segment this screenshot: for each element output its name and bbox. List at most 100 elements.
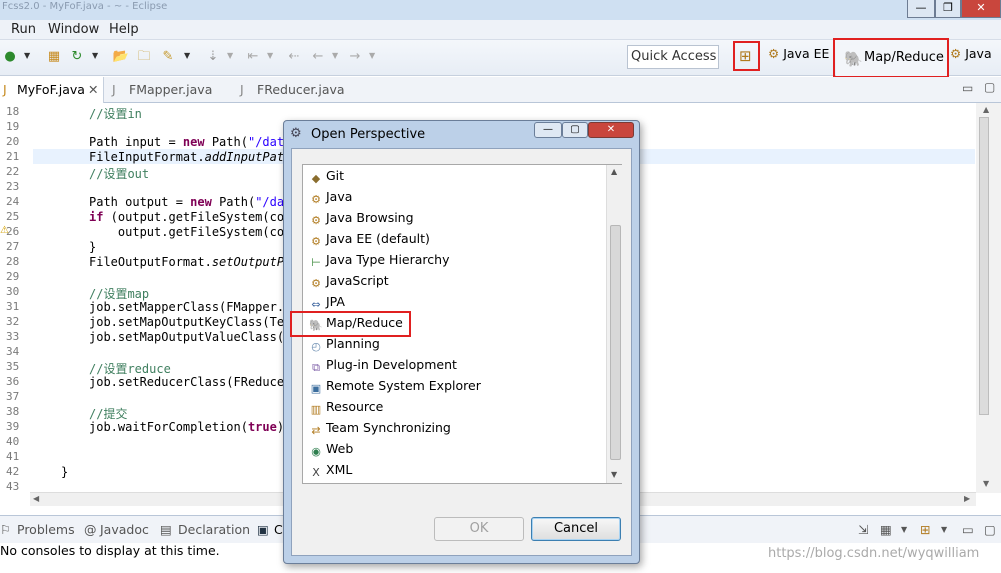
- scroll-up-icon[interactable]: ▲: [983, 105, 989, 114]
- perspective-item-label: Remote System Explorer: [326, 378, 481, 393]
- scroll-left-icon[interactable]: ◀: [33, 494, 39, 503]
- line-number: 23: [6, 180, 20, 193]
- tab-freducer[interactable]: J FReducer.java: [240, 77, 360, 103]
- code-line[interactable]: if (output.getFileSystem(con: [89, 210, 291, 224]
- dropdown-arrow-icon[interactable]: ▼: [941, 525, 947, 534]
- perspective-item[interactable]: ◴ Planning: [309, 334, 380, 354]
- tab-myfof[interactable]: J MyFoF.java ✕: [0, 77, 104, 103]
- minimize-view-icon[interactable]: ▭: [962, 81, 973, 95]
- code-line[interactable]: FileInputFormat.addInputPath: [89, 150, 291, 164]
- dropdown-arrow-icon[interactable]: ▼: [184, 51, 192, 60]
- planning-icon: ◴: [311, 340, 321, 353]
- perspective-item[interactable]: ▥ Resource: [309, 397, 384, 417]
- tab-fmapper[interactable]: J FMapper.java: [112, 77, 232, 103]
- code-line[interactable]: //设置in: [89, 105, 142, 122]
- perspective-item[interactable]: X XML: [309, 460, 352, 480]
- last-edit-icon[interactable]: ⇤: [244, 49, 262, 65]
- scroll-down-icon[interactable]: ▼: [611, 470, 617, 479]
- perspective-item[interactable]: ⇔ JPA: [309, 292, 345, 312]
- perspective-item[interactable]: ⚙ Java EE (default): [309, 229, 430, 249]
- folder-icon[interactable]: 🗀: [135, 49, 153, 65]
- scroll-thumb[interactable]: [979, 117, 989, 415]
- menu-help[interactable]: Help: [109, 22, 139, 37]
- open-folder-icon[interactable]: 📂: [112, 49, 130, 65]
- warning-icon[interactable]: ⚠: [0, 225, 9, 236]
- forward-arrow-icon[interactable]: →: [346, 49, 364, 65]
- perspective-item[interactable]: ▣ Remote System Explorer: [309, 376, 481, 396]
- dropdown-arrow-icon[interactable]: ▼: [227, 51, 235, 60]
- dialog-maximize-button[interactable]: ▢: [562, 122, 588, 138]
- code-line[interactable]: job.setMapOutputKeyClass(Tex: [89, 315, 291, 329]
- minimize-view-icon[interactable]: ▭: [962, 522, 974, 537]
- annotation-icon[interactable]: ⇣: [204, 49, 222, 65]
- perspective-item[interactable]: ⇄ Team Synchronizing: [309, 418, 450, 438]
- tab-javadoc[interactable]: Javadoc: [100, 522, 149, 537]
- code-line[interactable]: job.setMapperClass(FMapper.c: [89, 300, 291, 314]
- open-perspective-icon[interactable]: ⊞: [739, 47, 752, 65]
- code-line[interactable]: }: [61, 465, 68, 479]
- editor-tabs: J MyFoF.java ✕ J FMapper.java J FReducer…: [0, 77, 1001, 103]
- cancel-button[interactable]: Cancel: [531, 517, 621, 541]
- line-number: 21: [6, 150, 20, 163]
- perspective-item[interactable]: ⧉ Plug-in Development: [309, 355, 457, 375]
- perspective-item[interactable]: ⚙ Java Browsing: [309, 208, 413, 228]
- back-arrow-icon[interactable]: ←: [309, 49, 327, 65]
- new-server-icon[interactable]: ▦: [45, 49, 63, 65]
- code-line[interactable]: }: [89, 240, 96, 254]
- dropdown-arrow-icon[interactable]: ▼: [24, 51, 32, 60]
- dropdown-arrow-icon[interactable]: ▼: [92, 51, 100, 60]
- maximize-view-icon[interactable]: ▢: [984, 522, 996, 537]
- list-scrollbar[interactable]: ▲ ▼: [606, 165, 622, 483]
- close-button[interactable]: ✕: [961, 0, 1001, 18]
- back-icon[interactable]: ⇠: [285, 49, 303, 65]
- dropdown-arrow-icon[interactable]: ▼: [369, 51, 377, 60]
- perspective-item-label: XML: [326, 462, 353, 477]
- perspective-item[interactable]: ⚙ JavaScript: [309, 271, 389, 291]
- scroll-up-icon[interactable]: ▲: [611, 167, 617, 176]
- open-console-icon[interactable]: ⊞: [920, 522, 930, 537]
- tab-declaration[interactable]: Declaration: [178, 522, 250, 537]
- title-bar: Fcss2.0 - MyFoF.java - ~ - Eclipse — ❐ ✕: [0, 0, 1001, 20]
- quick-access-input[interactable]: Quick Access: [627, 45, 719, 69]
- scroll-down-icon[interactable]: ▼: [983, 479, 989, 488]
- perspective-item[interactable]: ⚙ Java: [309, 187, 352, 207]
- perspective-item[interactable]: ⊢ Java Type Hierarchy: [309, 250, 449, 270]
- dialog-close-button[interactable]: ✕: [588, 122, 634, 138]
- code-line[interactable]: FileOutputFormat.setOutputPa: [89, 255, 291, 269]
- refresh-icon[interactable]: ↻: [68, 49, 86, 65]
- ok-button[interactable]: OK: [434, 517, 524, 541]
- code-line[interactable]: job.waitForCompletion(true);: [89, 420, 291, 434]
- code-line[interactable]: Path output = new Path("/dat: [89, 195, 291, 209]
- dropdown-arrow-icon[interactable]: ▼: [332, 51, 340, 60]
- pin-console-icon[interactable]: ⇲: [858, 522, 868, 537]
- code-line[interactable]: Path input = new Path("/data: [89, 135, 291, 149]
- display-console-icon[interactable]: ▦: [880, 522, 892, 537]
- menu-window[interactable]: Window: [48, 22, 99, 37]
- perspective-java[interactable]: ⚙ Java: [950, 46, 992, 61]
- code-line[interactable]: job.setReducerClass(FReducer: [89, 375, 291, 389]
- restore-button[interactable]: ❐: [935, 0, 961, 18]
- type-hierarchy-icon: ⊢: [311, 256, 321, 269]
- dropdown-arrow-icon[interactable]: ▼: [901, 525, 907, 534]
- code-line[interactable]: //设置out: [89, 165, 149, 182]
- code-line[interactable]: job.setMapOutputValueClass(I: [89, 330, 291, 344]
- perspective-list[interactable]: ◆ Git ⚙ Java ⚙ Java Browsing ⚙ Java EE (default…: [290, 164, 622, 484]
- close-icon[interactable]: ✕: [88, 82, 98, 97]
- scroll-right-icon[interactable]: ▶: [964, 494, 970, 503]
- tab-problems[interactable]: Problems: [17, 522, 75, 537]
- line-number: 34: [6, 345, 20, 358]
- editor-vertical-scrollbar[interactable]: ▲ ▼: [976, 103, 1001, 493]
- debug-icon[interactable]: ●: [1, 49, 19, 65]
- list-scroll-thumb[interactable]: [610, 225, 621, 460]
- perspective-item[interactable]: ◆ Git: [309, 166, 344, 186]
- tab-console[interactable]: C: [274, 522, 283, 537]
- dialog-minimize-button[interactable]: —: [534, 122, 562, 138]
- pencil-icon[interactable]: ✎: [159, 49, 177, 65]
- code-line[interactable]: output.getFileSystem(con: [89, 225, 291, 239]
- minimize-button[interactable]: —: [907, 0, 935, 18]
- perspective-java-ee[interactable]: ⚙ Java EE: [768, 46, 829, 68]
- menu-run[interactable]: Run: [11, 22, 36, 37]
- dropdown-arrow-icon[interactable]: ▼: [267, 51, 275, 60]
- maximize-view-icon[interactable]: ▢: [984, 80, 995, 94]
- perspective-item[interactable]: ◉ Web: [309, 439, 353, 459]
